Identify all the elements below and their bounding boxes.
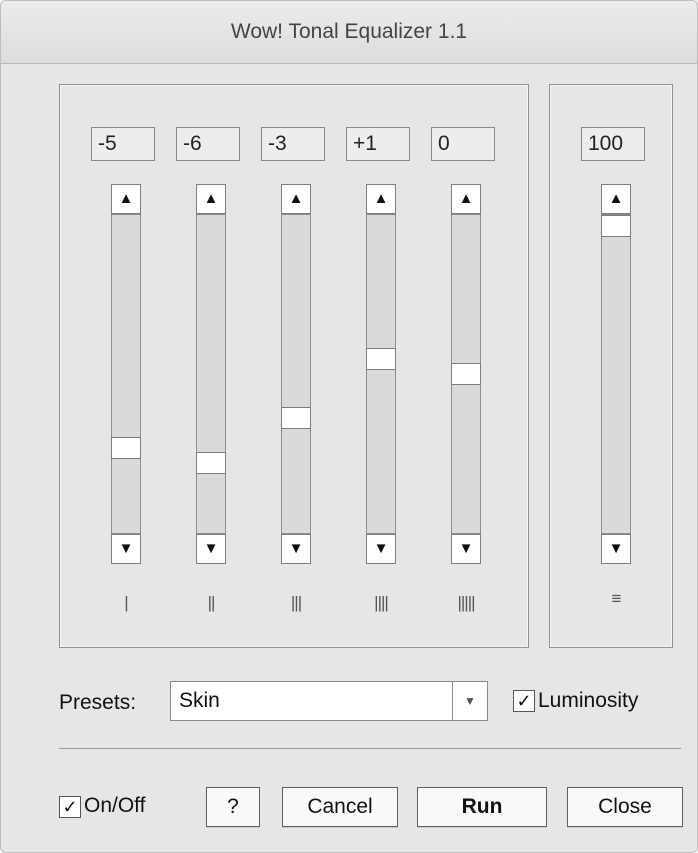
band-1-label: | [124,593,128,612]
band-2-label: || [207,593,216,612]
slider-up-arrow-icon[interactable]: ▲ [451,184,481,214]
slider-up-arrow-icon[interactable]: ▲ [196,184,226,214]
presets-label: Presets: [59,691,137,714]
slider-thumb[interactable] [366,348,396,370]
slider-thumb[interactable] [111,437,141,459]
band-4-value[interactable]: +1 [346,127,410,161]
slider-thumb[interactable] [601,215,631,237]
band-2-value[interactable]: -6 [176,127,240,161]
onoff-label: On/Off [84,794,146,817]
slider-track[interactable] [366,214,396,534]
slider-track[interactable] [451,214,481,534]
close-button[interactable]: Close [567,787,683,827]
slider-up-arrow-icon[interactable]: ▲ [366,184,396,214]
master-label: ≡ [611,589,622,608]
slider-up-arrow-icon[interactable]: ▲ [601,184,631,214]
band-3-value[interactable]: -3 [261,127,325,161]
slider-track[interactable] [196,214,226,534]
master-value[interactable]: 100 [581,127,645,161]
band-5-label: ||||| [457,593,475,612]
cancel-button[interactable]: Cancel [282,787,398,827]
slider-down-arrow-icon[interactable]: ▼ [111,534,141,564]
slider-up-arrow-icon[interactable]: ▲ [111,184,141,214]
slider-down-arrow-icon[interactable]: ▼ [451,534,481,564]
luminosity-label: Luminosity [538,689,639,712]
slider-thumb[interactable] [281,407,311,429]
help-button[interactable]: ? [206,787,260,827]
presets-selected-value: Skin [179,689,220,712]
dropdown-arrow-icon[interactable]: ▼ [452,682,487,720]
band-3-label: ||| [290,593,302,612]
band-1-value[interactable]: -5 [91,127,155,161]
slider-down-arrow-icon[interactable]: ▼ [366,534,396,564]
divider [59,748,681,749]
slider-down-arrow-icon[interactable]: ▼ [281,534,311,564]
band-5-value[interactable]: 0 [431,127,495,161]
onoff-checkbox[interactable]: ✓ [59,796,81,818]
slider-down-arrow-icon[interactable]: ▼ [196,534,226,564]
luminosity-checkbox[interactable]: ✓ [513,690,535,712]
slider-track[interactable] [601,214,631,534]
slider-thumb[interactable] [196,452,226,474]
equalizer-dialog: Wow! Tonal Equalizer 1.1 -5 -6 -3 +1 0 1… [0,0,698,853]
slider-track[interactable] [281,214,311,534]
band-4-label: |||| [374,593,389,612]
slider-down-arrow-icon[interactable]: ▼ [601,534,631,564]
slider-track[interactable] [111,214,141,534]
presets-select[interactable]: Skin ▼ [170,681,488,721]
slider-thumb[interactable] [451,363,481,385]
window-title: Wow! Tonal Equalizer 1.1 [1,1,697,64]
run-button[interactable]: Run [417,787,547,827]
slider-up-arrow-icon[interactable]: ▲ [281,184,311,214]
